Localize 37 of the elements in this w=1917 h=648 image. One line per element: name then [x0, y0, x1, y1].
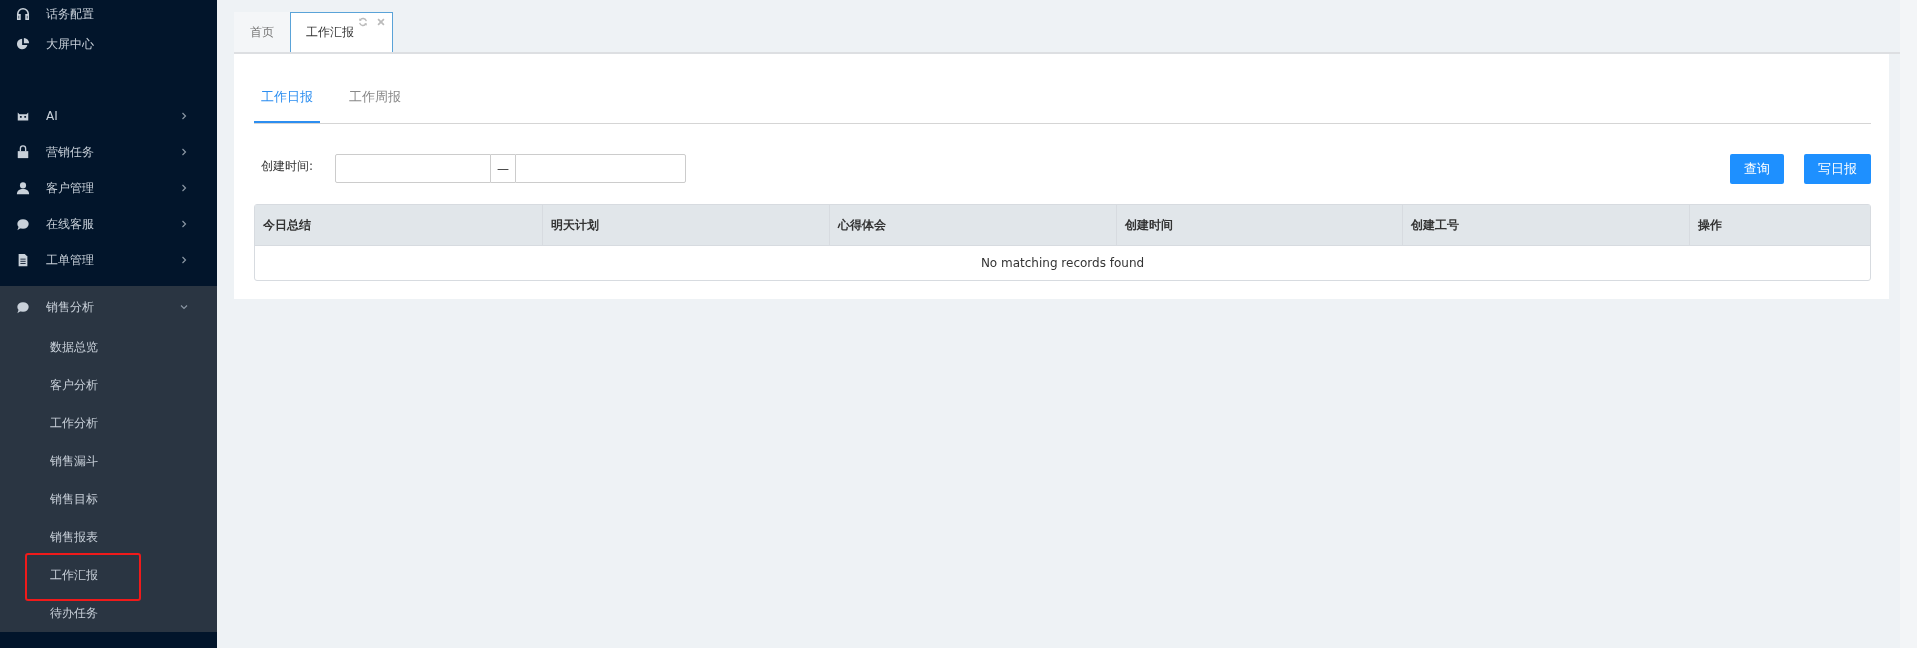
column-header[interactable]: 心得体会	[828, 205, 1116, 245]
column-header[interactable]: 创建时间	[1115, 205, 1403, 245]
chevron-down-icon	[179, 302, 189, 312]
pie-chart-icon	[16, 37, 30, 51]
submenu-item[interactable]: 销售报表	[0, 528, 98, 546]
menu-item[interactable]: 销售分析	[0, 286, 217, 328]
submenu-item[interactable]: 工作汇报	[0, 566, 98, 584]
chat-bubble-icon	[16, 300, 30, 314]
submenu-item[interactable]: 销售目标	[0, 490, 98, 508]
report-tab[interactable]: 工作周报	[342, 82, 408, 123]
chevron-right-icon	[179, 111, 189, 121]
submenu-item[interactable]: 客户分析	[0, 376, 98, 394]
headset-icon	[16, 7, 30, 21]
refresh-icon[interactable]	[358, 17, 368, 27]
chat-bubble-icon	[16, 217, 30, 231]
empty-message: No matching records found	[979, 255, 1146, 272]
column-header[interactable]: 操作	[1689, 205, 1870, 245]
submenu-item[interactable]: 待办任务	[0, 604, 98, 622]
filter-label: 创建时间:	[260, 158, 315, 175]
chevron-right-icon	[179, 255, 189, 265]
submenu-item[interactable]: 销售漏斗	[0, 452, 98, 470]
chevron-right-icon	[179, 183, 189, 193]
submenu-item[interactable]: 数据总览	[0, 338, 98, 356]
start-date-field[interactable]	[335, 154, 491, 183]
end-date-field[interactable]	[515, 154, 686, 183]
chevron-right-icon	[179, 147, 189, 157]
report-tab[interactable]: 工作日报	[254, 82, 320, 123]
page-tab[interactable]: 首页	[234, 12, 290, 52]
page-tab[interactable]: 工作汇报	[290, 12, 393, 52]
close-icon[interactable]	[376, 17, 386, 27]
column-header[interactable]: 创建工号	[1402, 205, 1690, 245]
submenu-item[interactable]: 工作分析	[0, 414, 98, 432]
column-header[interactable]: 今日总结	[255, 205, 542, 245]
chevron-right-icon	[179, 219, 189, 229]
user-icon	[16, 181, 30, 195]
column-header[interactable]: 明天计划	[541, 205, 829, 245]
document-icon	[16, 253, 30, 267]
